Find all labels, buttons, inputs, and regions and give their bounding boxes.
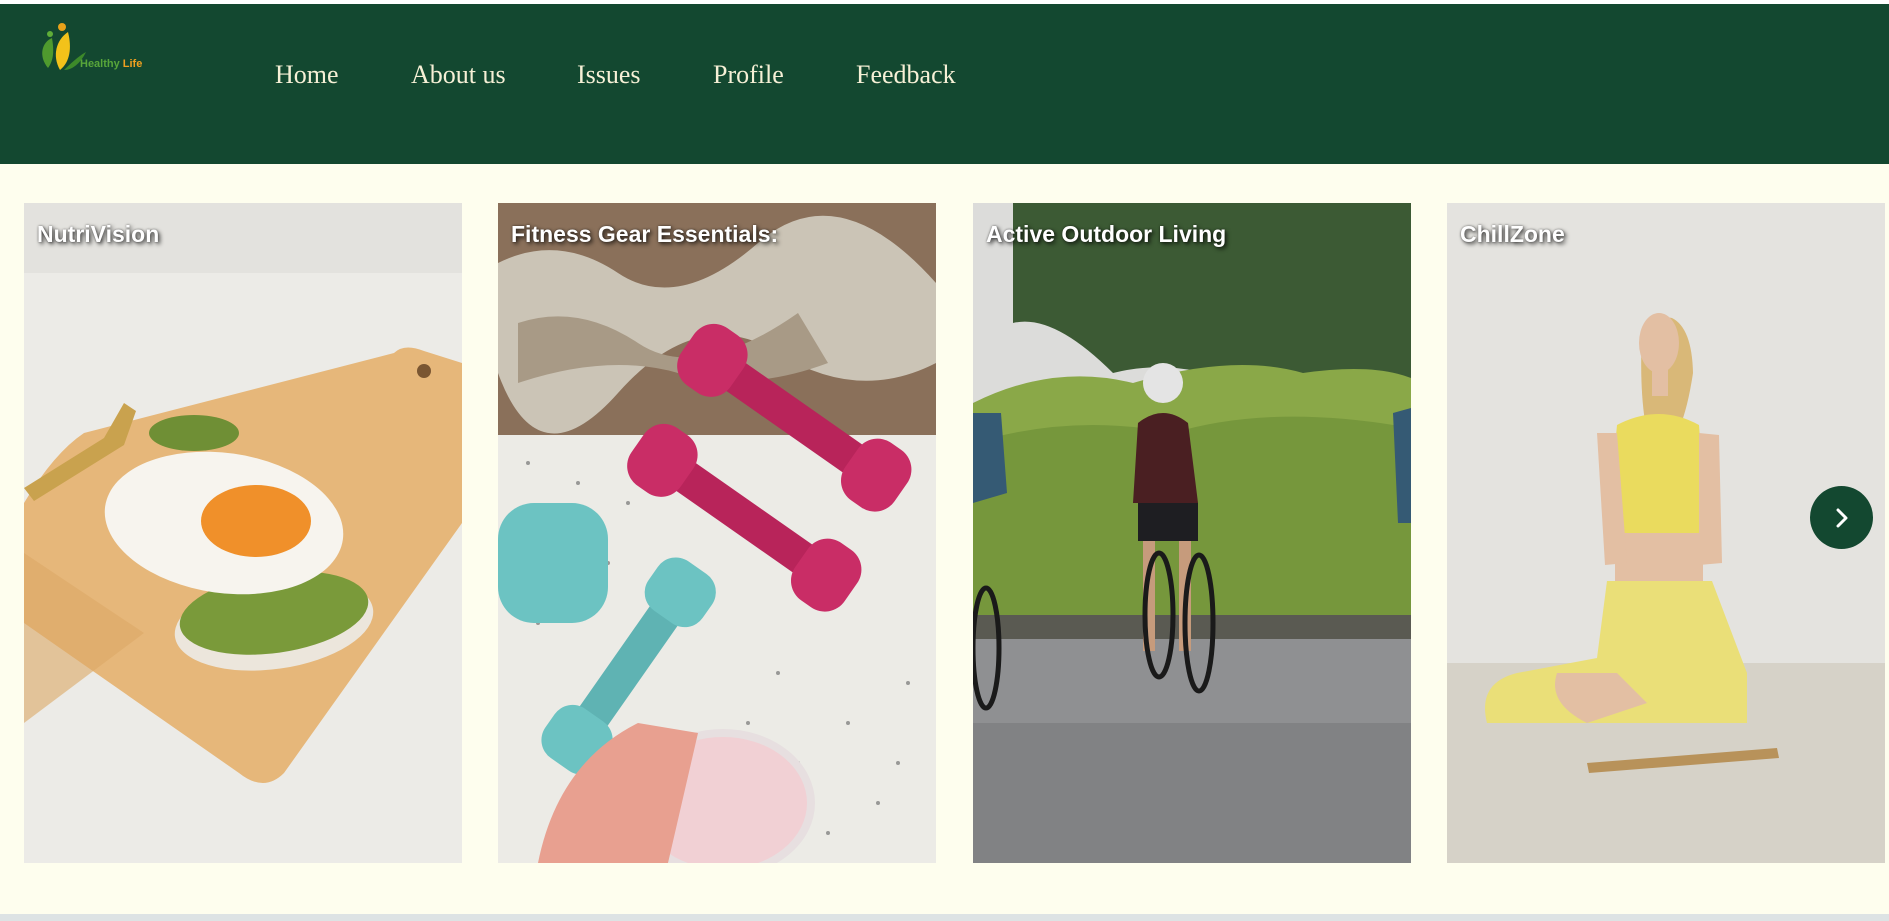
card-active-outdoor[interactable]: Active Outdoor Living [973,203,1411,863]
dumbbells-photo [498,203,936,863]
card-title: NutriVision [37,221,160,247]
site-header: Healthy Life Home About us Issues Profile… [0,4,1889,164]
nav-about-link[interactable]: About us [411,60,506,90]
logo-word-life: Life [122,58,143,70]
carousel-next-button[interactable] [1810,486,1873,549]
logo-word-healthy: Healthy [80,58,120,70]
nav-profile-link[interactable]: Profile [713,60,784,90]
nav-feedback-link[interactable]: Feedback [856,60,956,90]
cyclists-photo [973,203,1411,863]
nav-issues-link[interactable]: Issues [577,60,641,90]
card-nutrivision[interactable]: NutriVision [24,203,462,863]
egg-toast-photo [24,203,462,863]
logo-text: Healthy Life [80,58,142,70]
healthy-life-logo[interactable]: Healthy Life [38,20,148,80]
card-title: ChillZone [1460,221,1565,247]
nav-home-link[interactable]: Home [275,60,339,90]
page-bottom-edge [0,914,1889,921]
chevron-right-icon [1836,508,1847,527]
card-fitness-gear[interactable]: Fitness Gear Essentials: [498,203,936,863]
card-title: Active Outdoor Living [986,221,1227,247]
card-title: Fitness Gear Essentials: [511,221,779,247]
